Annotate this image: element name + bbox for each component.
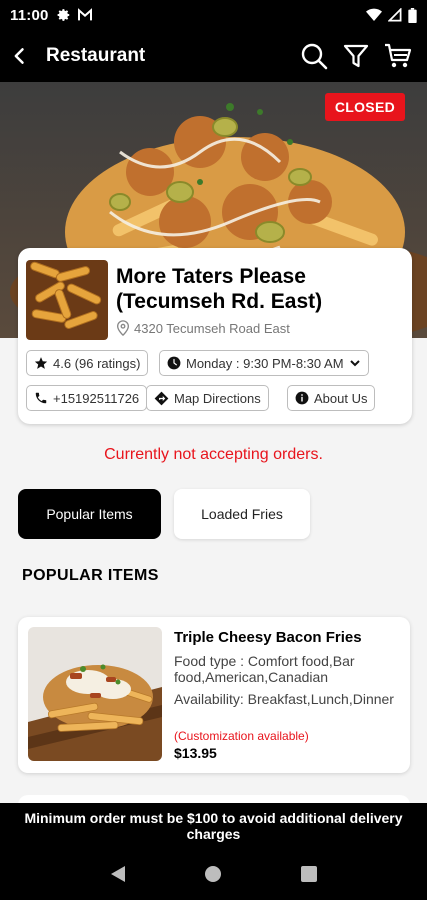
- filter-icon: [343, 44, 369, 68]
- map-directions-text: Map Directions: [174, 390, 261, 406]
- fries-thumbnail-image: [26, 260, 108, 340]
- signal-icon: [388, 8, 402, 22]
- restaurant-address: 4320 Tecumseh Road East: [116, 320, 290, 336]
- mail-icon: [77, 8, 92, 21]
- menu-item-food-type: Food type : Comfort food,Bar food,Americ…: [174, 653, 355, 685]
- restaurant-screen: 11:00 Restaurant CLOSED More Taters Plea…: [0, 0, 427, 900]
- menu-item-customization: (Customization available): [174, 729, 309, 743]
- gear-icon: [57, 9, 69, 21]
- nav-home-button[interactable]: [193, 854, 233, 894]
- clock-icon: [167, 356, 181, 370]
- bacon-fries-photo: [28, 627, 162, 761]
- address-text: 4320 Tecumseh Road East: [134, 320, 290, 336]
- rating-chip[interactable]: 4.6 (96 ratings): [26, 350, 149, 376]
- back-arrow-icon: [14, 48, 24, 64]
- star-icon: [34, 357, 48, 369]
- restaurant-thumbnail: [26, 260, 108, 340]
- nav-back-icon: [110, 866, 125, 882]
- restaurant-info-card: More Taters Please (Tecumseh Rd. East) 4…: [18, 248, 412, 424]
- back-button[interactable]: [0, 30, 40, 82]
- nav-home-icon: [205, 866, 222, 882]
- about-us-text: About Us: [314, 390, 368, 406]
- menu-item-availability: Availability: Breakfast,Lunch,Dinner: [174, 691, 394, 707]
- nav-back-button[interactable]: [98, 854, 138, 894]
- hours-text: Monday : 9:30 PM-8:30 AM: [186, 355, 344, 371]
- nav-recents-button[interactable]: [289, 854, 329, 894]
- search-icon: [301, 43, 328, 70]
- phone-button[interactable]: +15192511726: [26, 385, 148, 411]
- closed-badge: CLOSED: [324, 93, 405, 121]
- chevron-down-icon: [349, 360, 360, 367]
- menu-item-card[interactable]: Triple Cheesy Bacon Fries Food type : Co…: [18, 617, 410, 773]
- section-title: POPULAR ITEMS: [22, 567, 159, 584]
- order-status-message: Currently not accepting orders.: [104, 446, 323, 463]
- phone-icon: [35, 392, 47, 404]
- restaurant-name: More Taters Please (Tecumseh Rd. East): [116, 265, 323, 313]
- phone-text: +15192511726: [53, 390, 140, 406]
- status-bar: 11:00: [0, 0, 427, 30]
- battery-icon: [408, 7, 417, 23]
- status-time: 11:00: [10, 6, 49, 24]
- menu-item-image: [28, 627, 162, 761]
- minimum-order-notice: Minimum order must be $100 to avoid addi…: [0, 803, 427, 848]
- page-title: Restaurant: [46, 45, 146, 66]
- wifi-icon: [366, 8, 382, 21]
- rating-text: 4.6 (96 ratings): [53, 355, 141, 371]
- cart-button[interactable]: [383, 41, 413, 71]
- directions-icon: [154, 391, 169, 405]
- location-pin-icon: [116, 320, 130, 336]
- about-us-button[interactable]: About Us: [287, 385, 376, 411]
- tab-loaded-fries[interactable]: Loaded Fries: [174, 489, 310, 539]
- filter-button[interactable]: [341, 41, 371, 71]
- hours-dropdown[interactable]: Monday : 9:30 PM-8:30 AM: [159, 350, 369, 376]
- map-directions-button[interactable]: Map Directions: [146, 385, 269, 411]
- app-bar: Restaurant: [0, 30, 427, 82]
- tab-popular-items[interactable]: Popular Items: [18, 489, 161, 539]
- menu-item-name: Triple Cheesy Bacon Fries: [174, 629, 362, 646]
- cart-icon: [385, 43, 412, 68]
- system-nav-bar: [0, 848, 427, 900]
- info-icon: [295, 391, 309, 405]
- menu-item-price: $13.95: [174, 745, 217, 761]
- nav-recents-icon: [301, 866, 318, 882]
- search-button[interactable]: [299, 41, 329, 71]
